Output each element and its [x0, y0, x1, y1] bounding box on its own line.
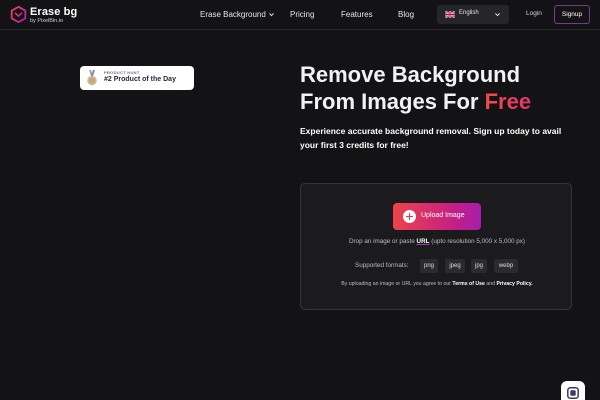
- badge-title: #2 Product of the Day: [104, 76, 176, 83]
- hero-title-accent: Free: [484, 89, 532, 114]
- format-chip-jpg: jpg: [471, 259, 487, 273]
- hero-title-line-1: Remove Background: [300, 62, 521, 87]
- brand-logo[interactable]: Erase bg by PixelBin.io: [10, 4, 80, 26]
- brand-byline: by PixelBin.io: [30, 18, 64, 24]
- format-chip-png: png: [420, 259, 438, 273]
- top-navbar: Erase bg by PixelBin.io Erase Background…: [0, 0, 600, 30]
- upload-card[interactable]: Upload Image Drop an image or paste URL …: [300, 183, 572, 310]
- upload-button-label: Upload Image: [421, 212, 465, 219]
- nav-blog[interactable]: Blog: [398, 10, 414, 19]
- hero-title-line-2: From Images For: [300, 89, 485, 114]
- plus-icon: [403, 210, 416, 223]
- language-select[interactable]: English: [437, 5, 509, 24]
- hero-title: Remove Background From Images For Free: [300, 61, 590, 115]
- consent-prefix: By uploading an image or URL you agree t…: [341, 281, 453, 287]
- erase-bg-logo-icon: [10, 6, 27, 23]
- language-label: English: [459, 10, 479, 16]
- chat-icon: [567, 387, 579, 399]
- format-chip-webp: webp: [494, 259, 518, 273]
- drop-suffix: (upto resolution 5,000 x 5,000 px): [429, 238, 526, 245]
- upload-image-button[interactable]: Upload Image: [393, 203, 481, 230]
- login-link[interactable]: Login: [526, 10, 542, 17]
- nav-pricing[interactable]: Pricing: [290, 10, 314, 19]
- brand-name: Erase bg: [30, 6, 78, 18]
- privacy-policy-link[interactable]: Privacy Policy.: [496, 281, 532, 287]
- uk-flag-icon: [445, 11, 455, 18]
- drop-instructions: Drop an image or paste URL (upto resolut…: [301, 238, 573, 245]
- nav-erase-background[interactable]: Erase Background: [200, 10, 266, 19]
- badge-kicker: PRODUCT HUNT: [104, 70, 140, 75]
- medal-icon: [87, 70, 97, 86]
- format-chip-jpeg: jpeg: [445, 259, 465, 273]
- terms-of-use-link[interactable]: Terms of Use: [452, 281, 484, 287]
- consent-text: By uploading an image or URL you agree t…: [301, 281, 573, 287]
- chat-widget-button[interactable]: [561, 381, 585, 400]
- supported-formats-label: Supported formats:: [355, 262, 409, 269]
- chevron-down-icon[interactable]: [268, 11, 275, 18]
- chevron-down-icon: [495, 13, 500, 17]
- paste-url-link[interactable]: URL: [417, 238, 430, 245]
- drop-prefix: Drop an image or paste: [348, 238, 417, 245]
- nav-features[interactable]: Features: [341, 10, 373, 19]
- hero-subtitle: Experience accurate background removal. …: [300, 126, 562, 150]
- product-hunt-badge[interactable]: PRODUCT HUNT #2 Product of the Day: [80, 66, 194, 90]
- signup-button[interactable]: Signup: [554, 5, 590, 24]
- consent-mid: and: [484, 281, 497, 287]
